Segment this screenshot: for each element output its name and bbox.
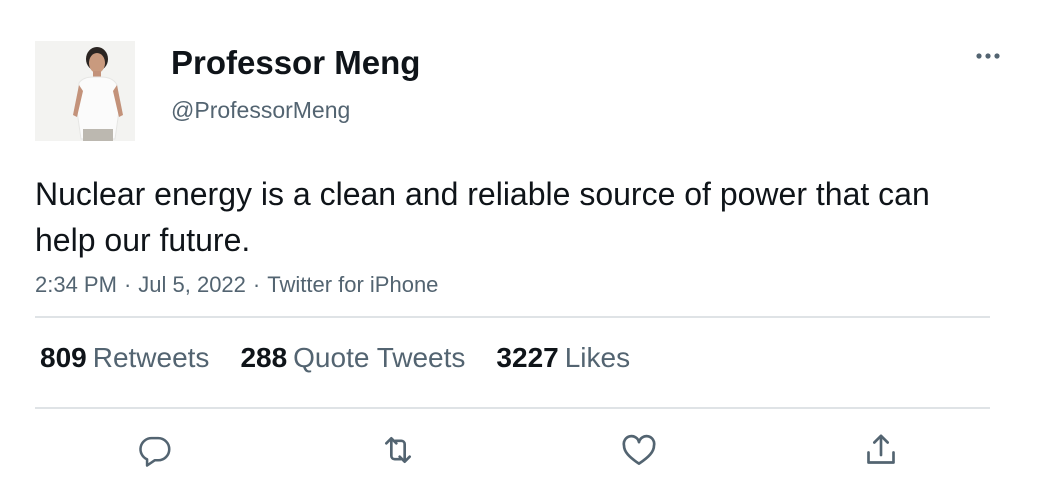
meta-separator: · <box>123 272 132 297</box>
tweet-time[interactable]: 2:34 PM <box>35 272 117 297</box>
likes-count: 3227 <box>496 342 559 373</box>
tweet-source[interactable]: Twitter for iPhone <box>267 272 438 297</box>
avatar[interactable] <box>35 41 135 141</box>
tweet-text: Nuclear energy is a clean and reliable s… <box>35 176 930 258</box>
share-icon <box>867 434 895 464</box>
likes-label: Likes <box>564 342 631 373</box>
reply-button[interactable] <box>135 430 175 470</box>
likes-stat[interactable]: 3227 Likes <box>496 342 630 374</box>
more-horizontal-icon <box>976 53 1000 59</box>
more-options-button[interactable] <box>966 40 1010 72</box>
author-display-name[interactable]: Professor Meng <box>171 44 420 82</box>
reply-icon <box>139 436 171 467</box>
action-bar <box>0 430 1050 470</box>
tweet-card: Professor Meng @ProfessorMeng Nuclear en… <box>0 0 1050 480</box>
quote-tweets-label: Quote Tweets <box>293 342 466 373</box>
avatar-photo <box>35 41 135 141</box>
like-button[interactable] <box>619 430 659 470</box>
retweets-stat[interactable]: 809 Retweets <box>40 342 209 374</box>
retweets-label: Retweets <box>92 342 210 373</box>
retweet-button[interactable] <box>378 430 418 470</box>
retweet-icon <box>385 437 411 463</box>
share-button[interactable] <box>861 430 901 470</box>
meta-separator: · <box>252 272 261 297</box>
tweet-date[interactable]: Jul 5, 2022 <box>138 272 246 297</box>
tweet-metadata: 2:34 PM · Jul 5, 2022 · Twitter for iPhone <box>35 271 438 299</box>
engagement-stats: 809 Retweets 288 Quote Tweets 3227 Likes <box>40 342 661 378</box>
divider <box>35 316 990 318</box>
retweets-count: 809 <box>40 342 87 373</box>
quote-tweets-count: 288 <box>240 342 288 373</box>
heart-icon <box>622 434 656 465</box>
divider <box>35 407 990 409</box>
quote-tweets-stat[interactable]: 288 Quote Tweets <box>240 342 465 374</box>
author-handle[interactable]: @ProfessorMeng <box>171 96 350 124</box>
